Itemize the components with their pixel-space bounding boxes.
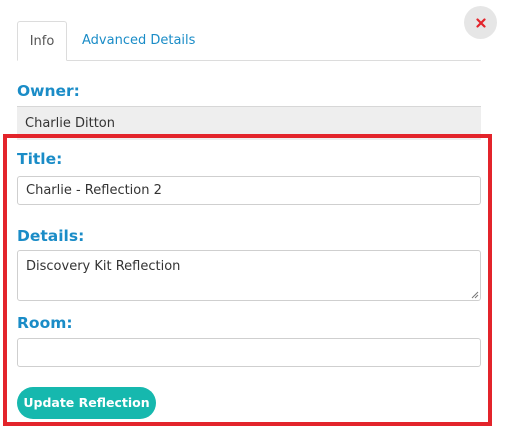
edit-reflection-dialog: Info Advanced Details Owner: Charlie Dit… — [0, 0, 507, 438]
details-label: Details: — [17, 227, 85, 245]
details-textarea[interactable]: Discovery Kit Reflection — [17, 250, 481, 301]
room-input[interactable] — [17, 338, 481, 367]
update-reflection-button[interactable]: Update Reflection — [17, 387, 156, 419]
title-input[interactable] — [17, 176, 481, 205]
tab-bar: Info Advanced Details — [17, 21, 481, 61]
title-label: Title: — [17, 150, 63, 168]
owner-label: Owner: — [17, 82, 80, 100]
resize-grip-icon[interactable] — [469, 289, 479, 299]
tab-advanced-details[interactable]: Advanced Details — [82, 21, 195, 60]
tab-info[interactable]: Info — [17, 21, 67, 61]
room-label: Room: — [17, 314, 73, 332]
